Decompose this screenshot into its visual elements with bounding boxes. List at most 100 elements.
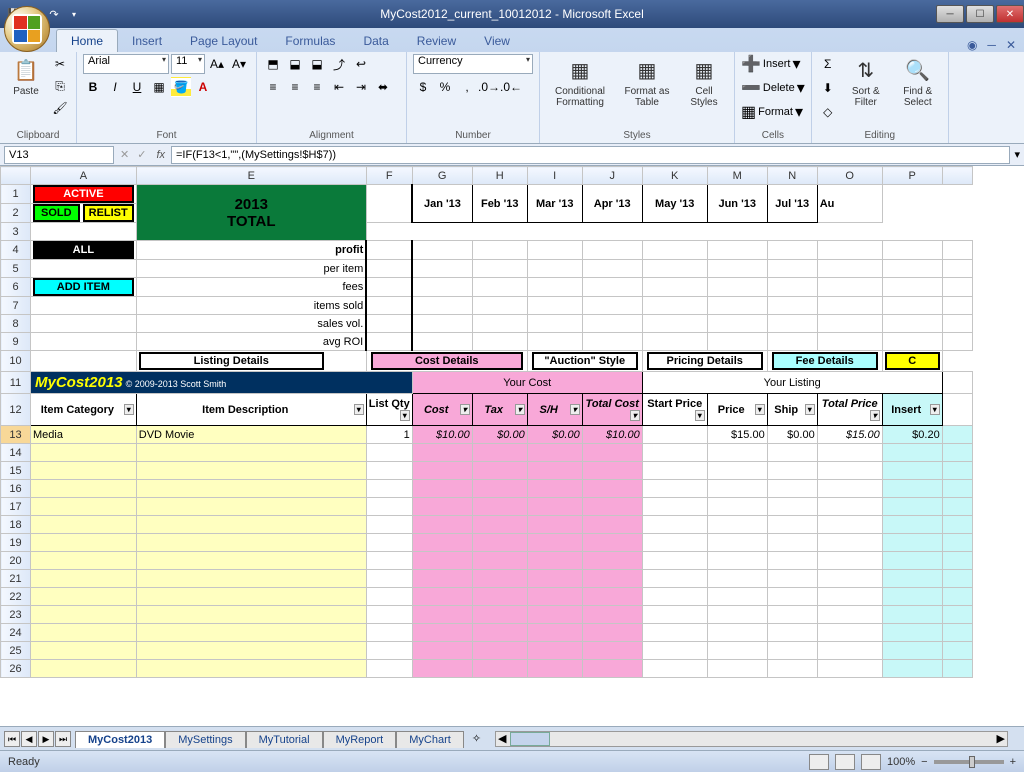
listing-details-button[interactable]: Listing Details (136, 351, 366, 372)
col-header[interactable]: E (136, 167, 366, 185)
cut-icon[interactable]: ✂ (50, 54, 70, 74)
percent-icon[interactable]: % (435, 77, 455, 97)
grow-font-icon[interactable]: A▴ (207, 54, 227, 74)
page-break-view-icon[interactable] (861, 754, 881, 770)
sheet-tab[interactable]: MyReport (323, 731, 397, 748)
auction-style-button[interactable]: "Auction" Style (527, 351, 642, 372)
wrap-text-icon[interactable]: ↩ (351, 54, 371, 74)
clear-icon[interactable]: ◇ (818, 102, 838, 122)
row-header[interactable]: 10 (1, 351, 31, 372)
row-header[interactable]: 20 (1, 552, 31, 570)
row-header[interactable]: 1 (1, 185, 31, 204)
align-bottom-icon[interactable]: ⬓ (307, 54, 327, 74)
merge-icon[interactable]: ⬌ (373, 77, 393, 97)
row-header[interactable]: 22 (1, 588, 31, 606)
row-header[interactable]: 12 (1, 394, 31, 426)
row-header[interactable]: 25 (1, 642, 31, 660)
cell-total[interactable]: $10.00 (582, 426, 642, 444)
col-header[interactable]: K (642, 167, 707, 185)
increase-decimal-icon[interactable]: .0→ (479, 77, 499, 97)
office-button[interactable] (4, 6, 50, 52)
row-header[interactable]: 11 (1, 372, 31, 394)
page-layout-view-icon[interactable] (835, 754, 855, 770)
tab-home[interactable]: Home (56, 29, 118, 52)
fx-icon[interactable]: fx (150, 149, 171, 161)
row-header[interactable]: 8 (1, 315, 31, 333)
row-header[interactable]: 15 (1, 462, 31, 480)
decrease-indent-icon[interactable]: ⇤ (329, 77, 349, 97)
cell-tax[interactable]: $0.00 (472, 426, 527, 444)
bold-button[interactable]: B (83, 77, 103, 97)
paste-button[interactable]: 📋 Paste (6, 54, 46, 99)
cell-category[interactable]: Media (31, 426, 137, 444)
comma-icon[interactable]: , (457, 77, 477, 97)
row-header[interactable]: 23 (1, 606, 31, 624)
zoom-slider[interactable] (934, 760, 1004, 764)
horizontal-scrollbar[interactable]: ◀▶ (495, 731, 1008, 747)
sheet-tab[interactable]: MySettings (165, 731, 245, 748)
prev-sheet-icon[interactable]: ◀ (21, 731, 37, 747)
align-center-icon[interactable]: ≡ (285, 77, 305, 97)
pricing-details-button[interactable]: Pricing Details (642, 351, 767, 372)
row-header[interactable]: 7 (1, 297, 31, 315)
format-cells-button[interactable]: ▦Format ▾ (741, 102, 805, 122)
all-button[interactable]: ALL (31, 241, 137, 260)
format-table-button[interactable]: ▦Format as Table (618, 54, 676, 110)
header-category[interactable]: Item Category (31, 394, 137, 426)
currency-icon[interactable]: $ (413, 77, 433, 97)
select-all[interactable] (1, 167, 31, 185)
normal-view-icon[interactable] (809, 754, 829, 770)
align-top-icon[interactable]: ⬒ (263, 54, 283, 74)
insert-cells-button[interactable]: ➕Insert ▾ (741, 54, 805, 74)
sold-relist-buttons[interactable]: SOLD RELIST (31, 204, 137, 223)
maximize-button[interactable]: ☐ (966, 5, 994, 23)
cell-cost[interactable]: $10.00 (412, 426, 472, 444)
sort-filter-button[interactable]: ⇅Sort & Filter (842, 54, 890, 110)
cancel-formula-icon[interactable]: ✕ (116, 148, 133, 161)
minimize-ribbon-icon[interactable]: ─ (987, 38, 996, 52)
align-right-icon[interactable]: ≡ (307, 77, 327, 97)
header-tprice[interactable]: Total Price (817, 394, 882, 426)
fee-details-button[interactable]: Fee Details (767, 351, 882, 372)
c-button[interactable]: C (882, 351, 942, 372)
worksheet[interactable]: AEFGHIJKMNOP 1ACTIVE2013TOTALJan '13Feb … (0, 166, 1024, 726)
new-sheet-icon[interactable]: ✧ (464, 730, 489, 747)
fill-icon[interactable]: ⬇ (818, 78, 838, 98)
autosum-icon[interactable]: Σ (818, 54, 838, 74)
col-header[interactable]: J (582, 167, 642, 185)
row-header[interactable]: 14 (1, 444, 31, 462)
increase-indent-icon[interactable]: ⇥ (351, 77, 371, 97)
tab-view[interactable]: View (470, 30, 524, 52)
header-total[interactable]: Total Cost (582, 394, 642, 426)
row-header[interactable]: 16 (1, 480, 31, 498)
underline-button[interactable]: U (127, 77, 147, 97)
header-insert[interactable]: Insert (882, 394, 942, 426)
header-sh[interactable]: S/H (527, 394, 582, 426)
row-header[interactable]: 17 (1, 498, 31, 516)
format-painter-icon[interactable]: 🖌 (50, 98, 70, 118)
row-header[interactable]: 21 (1, 570, 31, 588)
col-header[interactable]: N (767, 167, 817, 185)
tab-data[interactable]: Data (349, 30, 402, 52)
row-header[interactable]: 9 (1, 333, 31, 351)
tab-insert[interactable]: Insert (118, 30, 176, 52)
cell-sh[interactable]: $0.00 (527, 426, 582, 444)
header-desc[interactable]: Item Description (136, 394, 366, 426)
zoom-in-icon[interactable]: + (1010, 756, 1016, 768)
last-sheet-icon[interactable]: ⏭ (55, 731, 71, 747)
row-header[interactable]: 19 (1, 534, 31, 552)
name-box[interactable]: V13 (4, 146, 114, 164)
tab-page-layout[interactable]: Page Layout (176, 30, 271, 52)
row-header[interactable]: 18 (1, 516, 31, 534)
cell-styles-button[interactable]: ▦Cell Styles (680, 54, 728, 110)
cell-tprice[interactable]: $15.00 (817, 426, 882, 444)
header-start[interactable]: Start Price (642, 394, 707, 426)
first-sheet-icon[interactable]: ⏮ (4, 731, 20, 747)
col-header[interactable]: G (412, 167, 472, 185)
sheet-tab[interactable]: MyChart (396, 731, 464, 748)
col-header[interactable]: O (817, 167, 882, 185)
active-button[interactable]: ACTIVE (31, 185, 137, 204)
sheet-tab[interactable]: MyTutorial (246, 731, 323, 748)
add-item-button[interactable]: ADD ITEM (31, 278, 137, 297)
header-tax[interactable]: Tax (472, 394, 527, 426)
